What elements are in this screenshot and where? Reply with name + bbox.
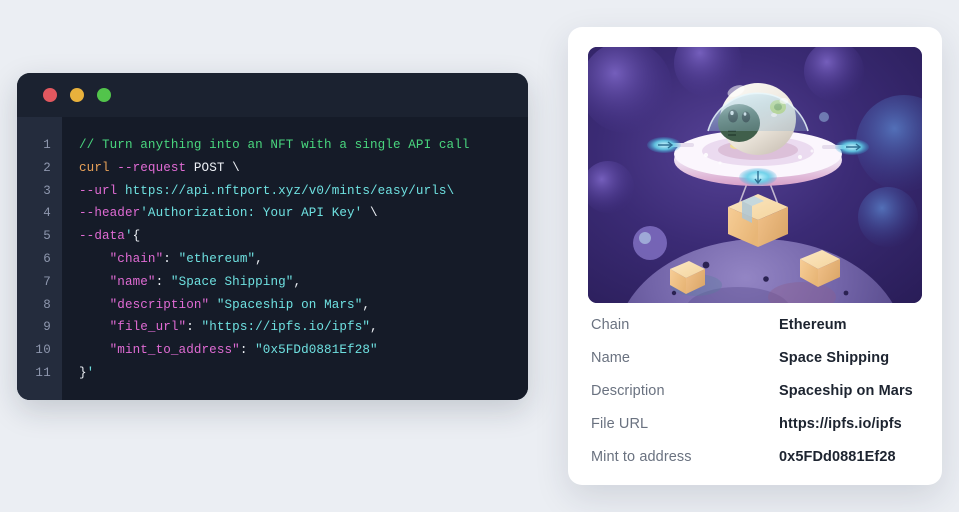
code-token: { <box>132 229 141 244</box>
code-line: "name": "Space Shipping", <box>79 271 528 294</box>
code-line: // Turn anything into an NFT with a sing… <box>79 134 528 157</box>
line-number: 6 <box>43 251 51 266</box>
line-number: 1 <box>43 138 51 152</box>
code-line: "chain": "ethereum", <box>79 248 528 271</box>
code-token: "Space Shipping" <box>170 274 294 289</box>
code-token: "0x5FDd0881Ef28" <box>255 343 378 358</box>
code-token: "chain" <box>79 251 164 266</box>
nft-detail-label: Description <box>591 383 665 399</box>
code-token: // Turn anything into an NFT with a sing… <box>79 138 470 152</box>
close-button[interactable] <box>43 88 57 102</box>
nft-detail-value: Space Shipping <box>779 350 890 366</box>
code-token: , <box>255 251 263 266</box>
code-line: curl --request POST \ <box>79 157 528 180</box>
code-token: "ethereum" <box>178 251 256 266</box>
line-number-gutter: 1 2 3 4 5 6 7 8 9 10 11 <box>17 117 62 400</box>
nft-details-list: Chain Ethereum Name Space Shipping Descripti… <box>588 303 922 482</box>
line-number: 7 <box>43 274 51 289</box>
code-token: https://api.nftport.xyz/v0/mints/easy/ur… <box>124 183 455 198</box>
line-number: 10 <box>35 343 51 358</box>
code-token: 'Authorization: Your API Key' <box>140 206 370 221</box>
line-number: 9 <box>43 320 51 335</box>
code-token: \ <box>370 206 378 221</box>
code-token: "file_url" <box>79 320 187 335</box>
code-token: --data <box>79 229 125 244</box>
nft-detail-row: Name Space Shipping <box>591 350 919 383</box>
nft-preview-card: Chain Ethereum Name Space Shipping Descripti… <box>568 27 942 485</box>
nft-detail-value: https://ipfs.io/ipfs <box>779 416 902 432</box>
code-token: "description" <box>79 297 210 312</box>
nft-detail-row: Description Spaceship on Mars <box>591 383 919 416</box>
line-number: 2 <box>43 160 51 175</box>
code-line: "file_url": "https://ipfs.io/ipfs", <box>79 316 528 339</box>
code-line: }' <box>79 362 528 385</box>
code-body: 1 2 3 4 5 6 7 8 9 10 11 // Turn anything into an N… <box>17 117 528 400</box>
code-token: --url <box>79 183 125 198</box>
line-number: 5 <box>43 229 51 244</box>
nft-detail-label: Chain <box>591 317 630 333</box>
code-token: --request <box>117 160 194 175</box>
nft-artwork-image <box>588 47 922 303</box>
code-token: POST \ <box>193 160 240 175</box>
code-token: : <box>155 274 171 289</box>
code-token: --header <box>79 206 141 221</box>
code-content[interactable]: // Turn anything into an NFT with a sing… <box>62 117 528 400</box>
code-line: --data'{ <box>79 225 528 248</box>
code-line: --url https://api.nftport.xyz/v0/mints/e… <box>79 180 528 203</box>
code-line: "mint_to_address": "0x5FDd0881Ef28" <box>79 339 528 362</box>
nft-detail-value: Spaceship on Mars <box>779 383 913 399</box>
line-number: 3 <box>43 183 51 198</box>
nft-detail-label: Mint to address <box>591 449 692 465</box>
code-token: ' <box>124 229 133 244</box>
line-number: 4 <box>43 206 51 221</box>
code-token: , <box>293 274 302 289</box>
nft-detail-label: Name <box>591 350 631 366</box>
code-window-titlebar <box>17 73 528 117</box>
code-token: "https://ipfs.io/ipfs" <box>201 320 371 335</box>
nft-detail-value: 0x5FDd0881Ef28 <box>779 449 896 465</box>
code-token: : <box>239 343 256 358</box>
code-token: curl <box>79 160 118 175</box>
code-token: } <box>79 365 87 380</box>
nft-detail-value: Ethereum <box>779 317 847 333</box>
code-token: ' <box>86 365 95 380</box>
code-token: : <box>186 320 202 335</box>
nft-detail-row: Mint to address 0x5FDd0881Ef28 <box>591 449 919 482</box>
code-token: , <box>370 320 378 335</box>
minimize-button[interactable] <box>70 88 84 102</box>
code-editor-window: 1 2 3 4 5 6 7 8 9 10 11 // Turn anything into an N… <box>17 73 528 400</box>
nft-detail-row: Chain Ethereum <box>591 317 919 350</box>
nft-detail-label: File URL <box>591 416 649 432</box>
code-token: "Spaceship on Mars" <box>216 297 363 312</box>
code-line: "description" "Spaceship on Mars", <box>79 294 528 317</box>
code-token: "name" <box>79 274 156 289</box>
maximize-button[interactable] <box>97 88 111 102</box>
line-number: 8 <box>43 297 51 312</box>
nft-artwork-illustration <box>588 47 922 303</box>
code-token: , <box>362 297 371 312</box>
code-token: "mint_to_address" <box>79 343 240 358</box>
code-token: : <box>163 251 179 266</box>
line-number: 11 <box>35 365 51 380</box>
nft-detail-row: File URL https://ipfs.io/ipfs <box>591 416 919 449</box>
code-line: --header'Authorization: Your API Key' \ <box>79 202 528 225</box>
